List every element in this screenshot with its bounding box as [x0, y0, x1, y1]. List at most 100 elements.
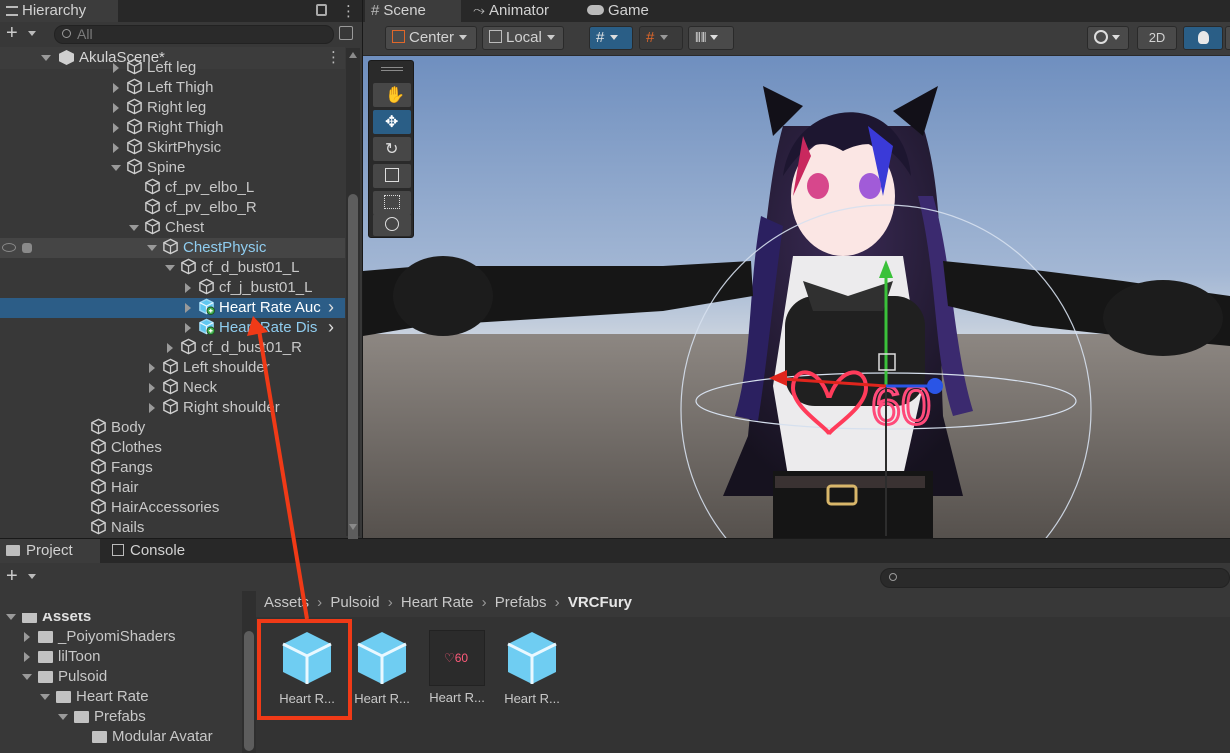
chevron-down-icon[interactable] — [28, 31, 36, 36]
tab-hierarchy[interactable]: Hierarchy — [0, 0, 118, 22]
hierarchy-item[interactable]: Hair — [0, 478, 345, 498]
hierarchy-item[interactable]: Clothes — [0, 438, 345, 458]
lock-icon[interactable] — [316, 4, 327, 16]
folder-tree-item[interactable]: Assets — [0, 613, 240, 627]
tab-console[interactable]: Console — [106, 539, 216, 563]
lighting-toggle[interactable] — [1183, 26, 1223, 50]
add-object-button[interactable]: + — [6, 23, 18, 43]
hierarchy-item[interactable]: Left leg — [0, 58, 345, 78]
folder-tree-item[interactable]: Pulsoid — [0, 667, 240, 687]
hierarchy-item[interactable]: cf_j_bust01_L — [0, 278, 345, 298]
hierarchy-scrollbar[interactable] — [346, 48, 360, 550]
scrollbar-thumb[interactable] — [348, 194, 358, 550]
collapse-arrow-icon[interactable] — [58, 714, 68, 720]
collapse-arrow-icon[interactable] — [6, 614, 16, 620]
hierarchy-item[interactable]: Right leg — [0, 98, 345, 118]
folder-tree-item[interactable]: Prefabs — [0, 707, 240, 727]
rect-tool-button[interactable] — [373, 191, 411, 215]
expand-arrow-icon[interactable] — [185, 323, 191, 333]
hierarchy-item[interactable]: Heart Rate Dis › — [0, 317, 345, 338]
expand-arrow-icon[interactable] — [113, 63, 119, 73]
collapse-arrow-icon[interactable] — [165, 265, 175, 271]
expand-arrow-icon[interactable] — [149, 383, 155, 393]
hierarchy-item[interactable]: Left Thigh — [0, 78, 345, 98]
hierarchy-item[interactable]: HairAccessories — [0, 498, 345, 518]
hand-tool-button[interactable]: ✋ — [373, 83, 411, 107]
pickable-hand-icon[interactable] — [22, 243, 32, 253]
search-input[interactable]: All — [54, 25, 334, 44]
hierarchy-item[interactable]: Neck — [0, 378, 345, 398]
expand-arrow-icon[interactable] — [185, 283, 191, 293]
tab-scene[interactable]: # Scene — [365, 0, 461, 22]
hierarchy-item[interactable]: Spine — [0, 158, 345, 178]
scroll-up-arrow[interactable] — [349, 52, 357, 58]
hierarchy-item[interactable]: cf_d_bust01_L — [0, 258, 345, 278]
open-prefab-chevron-icon[interactable]: › — [328, 297, 334, 317]
menu-kebab-icon[interactable]: ⋮ — [341, 2, 356, 20]
collapse-arrow-icon[interactable] — [22, 674, 32, 680]
expand-arrow-icon[interactable] — [149, 363, 155, 373]
hierarchy-item[interactable]: Right shoulder — [0, 398, 345, 418]
hierarchy-item[interactable]: Right Thigh — [0, 118, 345, 138]
hierarchy-item[interactable]: cf_pv_elbo_L — [0, 178, 345, 198]
expand-arrow-icon[interactable] — [24, 652, 30, 662]
folder-tree-item[interactable]: Modular Avatar — [0, 727, 240, 747]
increment-snap-dropdown[interactable]: ⦀⦀ — [688, 26, 734, 50]
scrollbar-thumb[interactable] — [244, 631, 254, 751]
tab-animator[interactable]: ⤳ Animator — [467, 0, 583, 22]
asset-item[interactable]: ♡60 Heart R... — [418, 629, 496, 705]
hierarchy-item[interactable]: Nails — [0, 518, 345, 538]
breadcrumb-item[interactable]: Prefabs — [495, 594, 547, 611]
asset-item[interactable]: Heart R... — [268, 629, 346, 706]
visibility-eye-icon[interactable] — [2, 243, 16, 252]
hierarchy-item[interactable]: cf_pv_elbo_R — [0, 198, 345, 218]
scene-viewport[interactable]: 60 ✋ ✥ ↻ — [363, 56, 1230, 538]
folder-tree-item[interactable]: Heart Rate — [0, 687, 240, 707]
project-search-input[interactable] — [880, 568, 1230, 588]
pivot-dropdown[interactable]: Center — [385, 26, 477, 50]
draw-mode-dropdown[interactable] — [1087, 26, 1129, 50]
hierarchy-item[interactable]: SkirtPhysic — [0, 138, 345, 158]
toggle-2d-button[interactable]: 2D — [1137, 26, 1177, 50]
expand-arrow-icon[interactable] — [113, 103, 119, 113]
collapse-arrow-icon[interactable] — [111, 165, 121, 171]
rotate-tool-button[interactable]: ↻ — [373, 137, 411, 161]
create-asset-button[interactable]: + — [6, 565, 18, 587]
hierarchy-item[interactable]: Fangs — [0, 458, 345, 478]
space-dropdown[interactable]: Local — [482, 26, 564, 50]
scene-search-icon[interactable] — [339, 26, 353, 40]
hierarchy-item[interactable]: cf_d_bust01_R — [0, 338, 345, 358]
asset-item[interactable]: Heart R... — [493, 629, 571, 706]
hierarchy-item[interactable]: Body — [0, 418, 345, 438]
expand-arrow-icon[interactable] — [185, 303, 191, 313]
asset-item[interactable]: Heart R... — [343, 629, 421, 706]
expand-arrow-icon[interactable] — [24, 632, 30, 642]
audio-toggle[interactable] — [1225, 26, 1230, 50]
expand-arrow-icon[interactable] — [149, 403, 155, 413]
snap-increment-button[interactable]: # — [639, 26, 683, 50]
breadcrumb-item[interactable]: Assets — [264, 594, 309, 611]
transform-tool-button[interactable] — [373, 214, 411, 236]
expand-arrow-icon[interactable] — [113, 83, 119, 93]
hierarchy-item[interactable]: Chest — [0, 218, 345, 238]
hierarchy-item[interactable]: Heart Rate Auc › — [0, 297, 345, 318]
move-tool-button[interactable]: ✥ — [373, 110, 411, 134]
chevron-down-icon[interactable] — [28, 574, 36, 579]
tab-project[interactable]: Project — [0, 539, 100, 563]
breadcrumb-item[interactable]: Pulsoid — [330, 594, 379, 611]
hierarchy-item[interactable]: ChestPhysic — [0, 238, 345, 258]
palette-drag-handle[interactable] — [381, 67, 403, 71]
scroll-down-arrow[interactable] — [349, 524, 357, 530]
collapse-arrow-icon[interactable] — [40, 694, 50, 700]
grid-snap-toggle[interactable]: # — [589, 26, 633, 50]
breadcrumb-item[interactable]: Heart Rate — [401, 594, 474, 611]
collapse-arrow-icon[interactable] — [129, 225, 139, 231]
hierarchy-item[interactable]: Left shoulder — [0, 358, 345, 378]
expand-arrow-icon[interactable] — [113, 123, 119, 133]
folder-tree-item[interactable]: lilToon — [0, 647, 240, 667]
tab-game[interactable]: Game — [581, 0, 677, 22]
collapse-arrow-icon[interactable] — [147, 245, 157, 251]
folder-tree-item[interactable]: _PoiyomiShaders — [0, 627, 240, 647]
breadcrumb-item[interactable]: VRCFury — [568, 594, 632, 611]
project-tree-scrollbar[interactable] — [242, 591, 256, 753]
